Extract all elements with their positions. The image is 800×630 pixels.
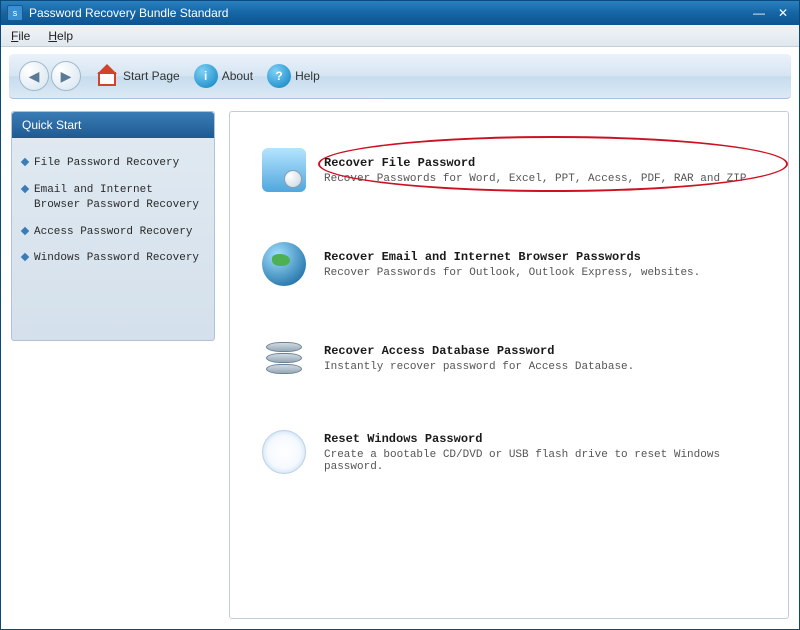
sidebar-item-label: File Password Recovery: [34, 156, 179, 171]
main-panel: Recover File Password Recover Passwords …: [229, 111, 789, 619]
sidebar-body: File Password Recovery Email and Interne…: [12, 138, 214, 282]
option-desc: Recover Passwords for Outlook, Outlook E…: [324, 267, 756, 279]
help-icon: ?: [267, 64, 291, 88]
windows-icon: [262, 430, 306, 474]
titlebar: s Password Recovery Bundle Standard — ✕: [1, 1, 799, 25]
globe-icon: [262, 242, 306, 286]
menubar: File Help: [1, 25, 799, 47]
close-button[interactable]: ✕: [773, 5, 793, 21]
option-desc: Create a bootable CD/DVD or USB flash dr…: [324, 449, 756, 473]
sidebar-item-label: Windows Password Recovery: [34, 251, 199, 266]
bullet-icon: [21, 158, 29, 166]
option-text: Recover Access Database Password Instant…: [324, 344, 756, 373]
bullet-icon: [21, 185, 29, 193]
sidebar: Quick Start File Password Recovery Email…: [11, 111, 215, 341]
option-text: Recover Email and Internet Browser Passw…: [324, 250, 756, 279]
option-title: Reset Windows Password: [324, 432, 756, 449]
about-label: About: [222, 69, 253, 83]
sidebar-item-windows-recovery[interactable]: Windows Password Recovery: [22, 245, 204, 272]
option-recover-email-password[interactable]: Recover Email and Internet Browser Passw…: [258, 228, 760, 300]
about-button[interactable]: i About: [194, 64, 253, 88]
folder-lock-icon: [262, 148, 306, 192]
option-text: Reset Windows Password Create a bootable…: [324, 432, 756, 473]
nav-arrows: ◀ ▶: [19, 61, 81, 91]
start-page-button[interactable]: Start Page: [95, 64, 180, 88]
option-title: Recover Access Database Password: [324, 344, 756, 361]
option-text: Recover File Password Recover Passwords …: [324, 156, 756, 185]
back-button[interactable]: ◀: [19, 61, 49, 91]
home-icon: [95, 64, 119, 88]
minimize-button[interactable]: —: [749, 5, 769, 21]
database-icon: [262, 336, 306, 380]
option-recover-file-password[interactable]: Recover File Password Recover Passwords …: [258, 134, 760, 206]
sidebar-header: Quick Start: [12, 112, 214, 138]
option-desc: Recover Passwords for Word, Excel, PPT, …: [324, 173, 756, 185]
start-page-label: Start Page: [123, 69, 180, 83]
option-reset-windows-password[interactable]: Reset Windows Password Create a bootable…: [258, 416, 760, 488]
option-title: Recover Email and Internet Browser Passw…: [324, 250, 756, 267]
sidebar-item-file-recovery[interactable]: File Password Recovery: [22, 150, 204, 177]
option-desc: Instantly recover password for Access Da…: [324, 361, 756, 373]
info-icon: i: [194, 64, 218, 88]
bullet-icon: [21, 226, 29, 234]
sidebar-item-email-recovery[interactable]: Email and Internet Browser Password Reco…: [22, 177, 204, 219]
help-label: Help: [295, 69, 320, 83]
window-title: Password Recovery Bundle Standard: [29, 6, 745, 20]
option-recover-access-password[interactable]: Recover Access Database Password Instant…: [258, 322, 760, 394]
bullet-icon: [21, 253, 29, 261]
sidebar-item-label: Email and Internet Browser Password Reco…: [34, 183, 204, 213]
menu-help[interactable]: Help: [48, 29, 73, 43]
forward-button[interactable]: ▶: [51, 61, 81, 91]
sidebar-item-access-recovery[interactable]: Access Password Recovery: [22, 219, 204, 246]
app-window: s Password Recovery Bundle Standard — ✕ …: [0, 0, 800, 630]
content-area: Quick Start File Password Recovery Email…: [1, 105, 799, 629]
option-title: Recover File Password: [324, 156, 756, 173]
sidebar-item-label: Access Password Recovery: [34, 225, 192, 240]
help-button[interactable]: ? Help: [267, 64, 320, 88]
toolbar: ◀ ▶ Start Page i About ? Help: [9, 53, 791, 99]
app-icon: s: [7, 5, 23, 21]
menu-file[interactable]: File: [11, 29, 30, 43]
